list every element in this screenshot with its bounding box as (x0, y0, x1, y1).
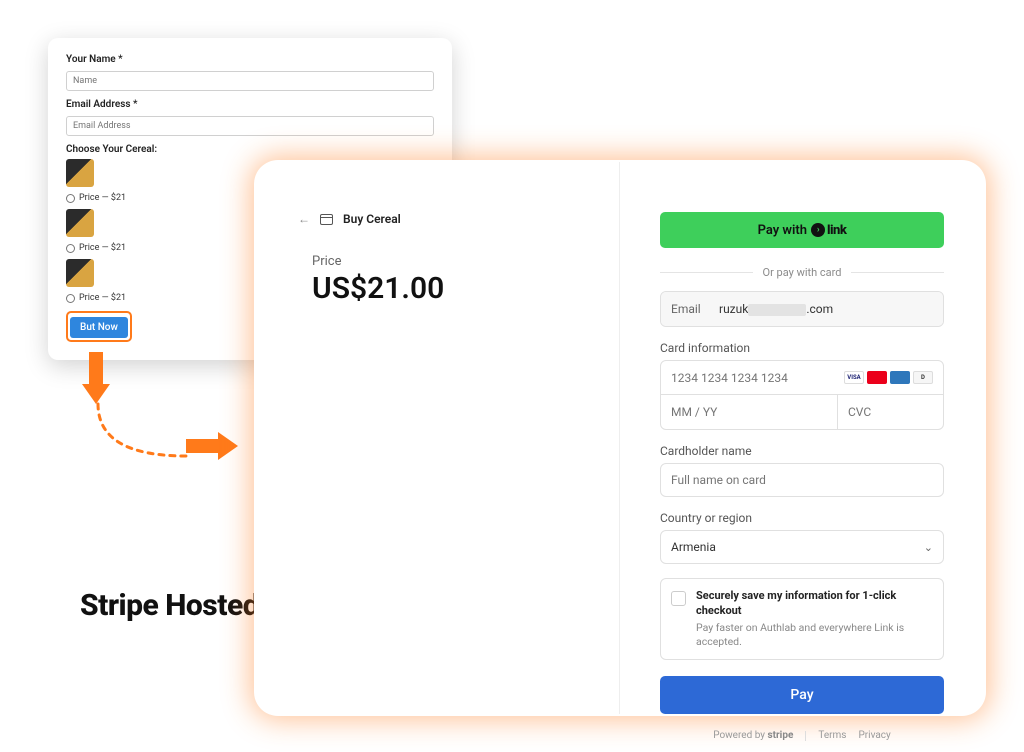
card-brand-icons: VISA D (844, 371, 933, 384)
email-field-label: Email (671, 302, 719, 316)
cereal-radio-1[interactable] (66, 194, 75, 203)
privacy-link[interactable]: Privacy (858, 730, 890, 741)
back-arrow-icon[interactable]: ← (298, 212, 310, 226)
save-info-subtitle: Pay faster on Authlab and everywhere Lin… (696, 621, 933, 649)
stripe-checkout-card: ← Buy Cereal Price US$21.00 Pay with › l… (256, 162, 984, 714)
email-value[interactable]: ruzuk.com (719, 302, 933, 316)
link-logo: › link (811, 223, 846, 238)
name-input[interactable] (66, 71, 434, 91)
or-divider: Or pay with card (660, 266, 944, 279)
price-label: Price (312, 254, 589, 269)
cereal-radio-3[interactable] (66, 294, 75, 303)
visa-icon: VISA (844, 371, 864, 384)
dashed-connector (92, 400, 192, 470)
checkout-footer: Powered by stripe Terms Privacy (660, 730, 944, 741)
country-select[interactable]: Armenia ⌄ (660, 530, 944, 564)
but-now-highlight: But Now (66, 311, 132, 342)
save-info-box[interactable]: Securely save my information for 1-click… (660, 578, 944, 660)
choose-cereal-label: Choose Your Cereal: (66, 144, 434, 155)
checkout-form-pane: Pay with › link Or pay with card Email r… (620, 162, 984, 714)
cereal-radio-2[interactable] (66, 244, 75, 253)
country-label: Country or region (660, 511, 944, 525)
cereal-image-1 (66, 159, 94, 187)
email-row: Email ruzuk.com (660, 291, 944, 327)
mastercard-icon (867, 371, 887, 384)
save-info-title: Securely save my information for 1-click… (696, 589, 933, 619)
cereal-image-2 (66, 209, 94, 237)
but-now-button[interactable]: But Now (70, 317, 128, 338)
link-logo-icon: › (811, 223, 825, 237)
amex-icon (890, 371, 910, 384)
chevron-down-icon: ⌄ (924, 541, 933, 554)
pay-button[interactable]: Pay (660, 676, 944, 714)
price-amount: US$21.00 (312, 271, 589, 306)
discover-icon: D (913, 371, 933, 384)
checkout-summary-pane: ← Buy Cereal Price US$21.00 (256, 162, 620, 714)
merchant-window-icon (320, 214, 333, 225)
pay-with-link-button[interactable]: Pay with › link (660, 212, 944, 248)
card-number-input[interactable] (671, 371, 844, 385)
email-label: Email Address * (66, 99, 434, 110)
card-cvc-input[interactable] (838, 395, 944, 429)
save-info-checkbox[interactable] (671, 591, 686, 606)
merchant-name: Buy Cereal (343, 212, 401, 226)
card-input-group: VISA D (660, 360, 944, 430)
cardholder-name-input[interactable] (660, 463, 944, 497)
name-label: Your Name * (66, 54, 434, 65)
country-value: Armenia (671, 540, 716, 554)
email-input[interactable] (66, 116, 434, 136)
card-section-label: Card information (660, 341, 944, 355)
arrow-right-icon (186, 432, 238, 460)
cardholder-label: Cardholder name (660, 444, 944, 458)
arrow-down-icon (82, 352, 110, 404)
email-masked (748, 304, 806, 316)
card-expiry-input[interactable] (661, 395, 838, 429)
cereal-image-3 (66, 259, 94, 287)
terms-link[interactable]: Terms (818, 730, 846, 741)
